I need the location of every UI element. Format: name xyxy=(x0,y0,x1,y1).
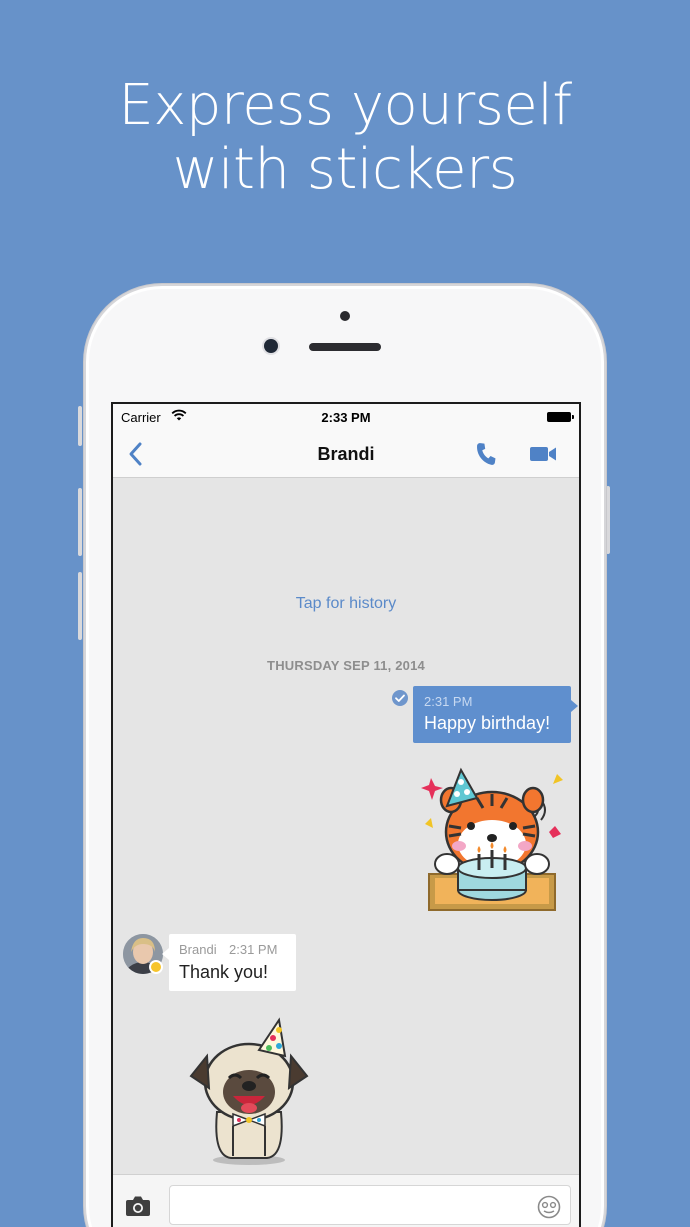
phone-screen: Carrier 2:33 PM Brandi Tap for history T… xyxy=(111,402,581,1227)
camera-icon[interactable] xyxy=(125,1195,151,1217)
conversation-header: Brandi xyxy=(113,430,579,478)
outgoing-message-bubble[interactable]: 2:31 PM Happy birthday! xyxy=(413,686,578,743)
read-check-icon xyxy=(392,690,408,706)
sender-name: Brandi xyxy=(179,942,217,957)
video-camera-icon[interactable] xyxy=(529,443,557,465)
date-separator: THURSDAY SEP 11, 2014 xyxy=(267,658,425,673)
message-input-bar xyxy=(113,1174,579,1227)
headline-line-2: with stickers xyxy=(172,137,518,202)
message-time: 2:31 PM xyxy=(424,694,473,709)
tiger-birthday-cake-sticker[interactable] xyxy=(417,764,567,914)
phone-volume-up-button xyxy=(78,488,82,556)
phone-front-camera xyxy=(264,339,278,353)
phone-mute-switch xyxy=(78,406,82,446)
message-text: Happy birthday! xyxy=(424,713,551,733)
phone-earpiece-speaker xyxy=(309,343,381,351)
phone-power-button xyxy=(606,486,610,554)
phone-icon[interactable] xyxy=(473,441,499,467)
message-time: 2:31 PM xyxy=(229,942,278,957)
status-time: 2:33 PM xyxy=(321,410,371,425)
sticker-face-icon[interactable] xyxy=(537,1195,561,1219)
phone-volume-down-button xyxy=(78,572,82,640)
message-input[interactable] xyxy=(169,1185,571,1225)
clock-badge-icon xyxy=(149,960,163,974)
phone-proximity-sensor xyxy=(340,311,350,321)
battery-icon xyxy=(547,412,574,422)
promo-headline: Express yourself with stickers xyxy=(0,74,690,202)
headline-line-1: Express yourself xyxy=(118,73,572,138)
incoming-message-bubble[interactable]: Brandi 2:31 PM Thank you! xyxy=(162,934,296,991)
message-text: Thank you! xyxy=(179,962,269,982)
tap-for-history-link[interactable]: Tap for history xyxy=(113,595,579,613)
pug-party-hat-sticker[interactable] xyxy=(187,1016,321,1166)
status-bar: Carrier 2:33 PM xyxy=(113,404,579,430)
contact-name-title: Brandi xyxy=(317,444,375,464)
